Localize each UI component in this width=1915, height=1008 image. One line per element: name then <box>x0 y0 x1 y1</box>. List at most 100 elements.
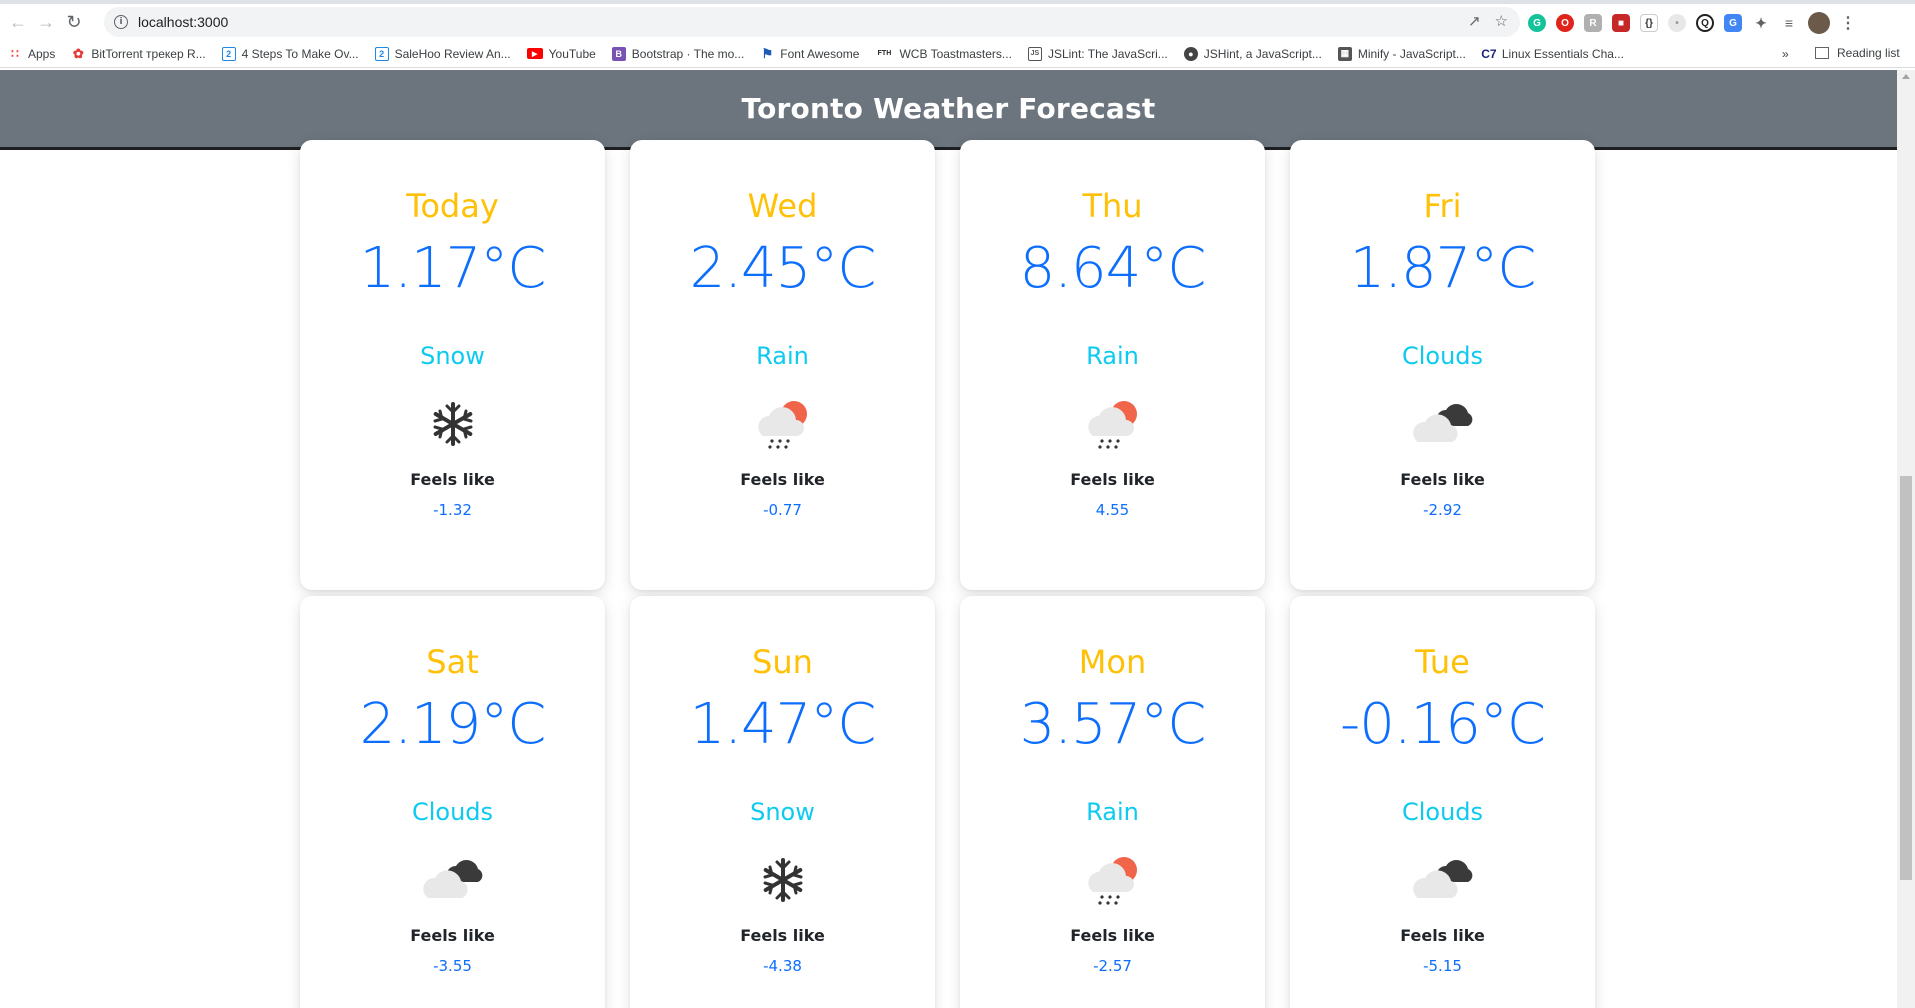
feels-like-value: -1.32 <box>433 501 472 519</box>
forecast-temperature: 2.45°C <box>689 236 877 301</box>
flag-icon: ⚑ <box>761 45 774 61</box>
bookmark-item[interactable]: JS JSLint: The JavaScri... <box>1027 46 1168 61</box>
bookmark-item[interactable]: ⚑ Font Awesome <box>760 45 860 61</box>
forecast-card: Wed 2.45°C Rain Feels like -0.77 <box>630 140 935 590</box>
share-icon[interactable]: ↗ <box>1468 12 1481 30</box>
forecast-card: Tue -0.16°C Clouds Feels like -5.15 <box>1290 596 1595 1008</box>
rain-icon <box>750 396 816 452</box>
forecast-day: Tue <box>1415 643 1470 681</box>
forecast-day: Wed <box>747 187 818 225</box>
feels-like-value: 4.55 <box>1095 501 1130 519</box>
bookmark-label: Minify - JavaScript... <box>1357 46 1466 61</box>
feels-like-value: -2.92 <box>1423 501 1462 519</box>
bookmark-label: Font Awesome <box>780 46 860 61</box>
feels-like-label: Feels like <box>1070 926 1155 945</box>
browser-toolbar: ← → ↻ i localhost:3000 ↗ ☆ G O R ■ {} • … <box>0 4 1915 40</box>
bookmark-label: BitTorrent трекер R... <box>91 46 206 61</box>
feels-like-label: Feels like <box>410 926 495 945</box>
feels-like-label: Feels like <box>1070 470 1155 489</box>
bookmark-label: Linux Essentials Cha... <box>1501 46 1624 61</box>
forecast-day: Fri <box>1423 187 1462 225</box>
snowflake-icon <box>750 852 816 908</box>
bookmark-label: JSLint: The JavaScri... <box>1047 46 1168 61</box>
address-url[interactable]: localhost:3000 <box>138 14 228 30</box>
forecast-condition: Snow <box>420 342 485 370</box>
grammarly-icon[interactable]: G <box>1528 14 1546 32</box>
forecast-temperature: 2.19°C <box>359 692 547 757</box>
bookmark-item[interactable]: C7 Linux Essentials Cha... <box>1481 46 1624 61</box>
feels-like-label: Feels like <box>740 926 825 945</box>
bookmark-item[interactable]: 2 4 Steps To Make Ov... <box>221 46 359 61</box>
bookmark-item[interactable]: ▶ YouTube <box>526 46 596 61</box>
forecast-day: Mon <box>1078 643 1147 681</box>
opera-icon[interactable]: O <box>1556 14 1574 32</box>
bookmark-label: JSHint, a JavaScript... <box>1203 46 1322 61</box>
scrollbar-thumb[interactable] <box>1900 476 1912 880</box>
rain-icon <box>1080 852 1146 908</box>
bookmark-item[interactable]: FTH WCB Toastmasters... <box>875 46 1012 61</box>
extension-icon[interactable]: Q <box>1696 14 1714 32</box>
forecast-card: Today 1.17°C Snow Feels like -1.32 <box>300 140 605 590</box>
forecast-condition: Rain <box>1086 798 1139 826</box>
bookmark-label: YouTube <box>548 46 596 61</box>
bookmark-item[interactable]: 2 SaleHoo Review An... <box>374 46 511 61</box>
torrent-icon: ✿ <box>72 45 84 61</box>
bookmark-2-icon: 2 <box>374 46 389 61</box>
feels-like-value: -4.38 <box>763 957 802 975</box>
scroll-up-arrow-icon[interactable] <box>1902 74 1910 79</box>
bookmark-label: Bootstrap · The mo... <box>631 46 745 61</box>
clouds-icon <box>1410 852 1476 908</box>
forecast-card: Fri 1.87°C Clouds Feels like -2.92 <box>1290 140 1595 590</box>
menu-kebab-icon[interactable]: ⋮ <box>1840 13 1856 33</box>
feels-like-label: Feels like <box>1400 926 1485 945</box>
forecast-temperature: 8.64°C <box>1019 236 1207 301</box>
feels-like-value: -3.55 <box>433 957 472 975</box>
extension-icon[interactable]: • <box>1668 14 1686 32</box>
back-icon[interactable]: ← <box>4 8 32 36</box>
extension-icon[interactable]: R <box>1584 14 1602 32</box>
feels-like-label: Feels like <box>740 470 825 489</box>
forecast-day: Sat <box>426 643 479 681</box>
clouds-icon <box>420 852 486 908</box>
forecast-condition: Clouds <box>1401 342 1484 370</box>
bookmarks-bar: ∷ Apps ✿ BitTorrent трекер R... 2 4 Step… <box>0 40 1915 68</box>
bookmark-label: WCB Toastmasters... <box>899 46 1012 61</box>
clouds-icon <box>1410 396 1476 452</box>
forecast-condition: Clouds <box>411 798 494 826</box>
reading-list-label: Reading list <box>1837 46 1900 60</box>
youtube-icon: ▶ <box>526 48 543 59</box>
snowflake-icon <box>420 396 486 452</box>
bookmark-apps[interactable]: ∷ Apps <box>8 47 55 61</box>
forecast-condition: Rain <box>1086 342 1139 370</box>
bookmark-label: Apps <box>28 46 56 61</box>
c7-icon: C7 <box>1481 46 1497 61</box>
media-queue-icon[interactable]: ≡ <box>1780 14 1798 32</box>
translate-icon[interactable]: G <box>1724 14 1742 32</box>
jslint-icon: JS <box>1027 46 1042 61</box>
feels-like-value: -0.77 <box>763 501 802 519</box>
forward-icon[interactable]: → <box>32 8 60 36</box>
reload-icon[interactable]: ↻ <box>60 8 88 36</box>
puzzle-icon[interactable]: ✦ <box>1752 14 1770 32</box>
forecast-condition: Snow <box>750 798 815 826</box>
rain-icon <box>1080 396 1146 452</box>
avatar[interactable] <box>1808 12 1830 34</box>
bookmark-item[interactable]: ▦ Minify - JavaScript... <box>1337 46 1466 61</box>
extension-icon[interactable]: ■ <box>1612 14 1630 32</box>
forecast-temperature: 1.87°C <box>1349 236 1537 301</box>
bookmark-item[interactable]: B Bootstrap · The mo... <box>611 46 745 61</box>
bookmark-star-icon[interactable]: ☆ <box>1495 12 1508 30</box>
page-viewport: Toronto Weather Forecast Today 1.17°C Sn… <box>0 70 1897 1008</box>
address-bar[interactable]: i localhost:3000 ↗ ☆ <box>104 7 1520 37</box>
json-icon[interactable]: {} <box>1640 14 1658 32</box>
forecast-condition: Rain <box>756 342 809 370</box>
feels-like-value: -5.15 <box>1423 957 1462 975</box>
globe-icon: ● <box>1183 46 1198 61</box>
reading-list-button[interactable]: Reading list <box>1815 46 1900 60</box>
forecast-temperature: 1.47°C <box>689 692 877 757</box>
page-scrollbar[interactable] <box>1897 70 1915 1008</box>
bookmark-item[interactable]: ✿ BitTorrent трекер R... <box>71 45 206 61</box>
site-info-icon[interactable]: i <box>114 15 128 29</box>
bookmark-item[interactable]: ● JSHint, a JavaScript... <box>1183 46 1322 61</box>
bookmarks-overflow-button[interactable]: » <box>1782 47 1789 61</box>
